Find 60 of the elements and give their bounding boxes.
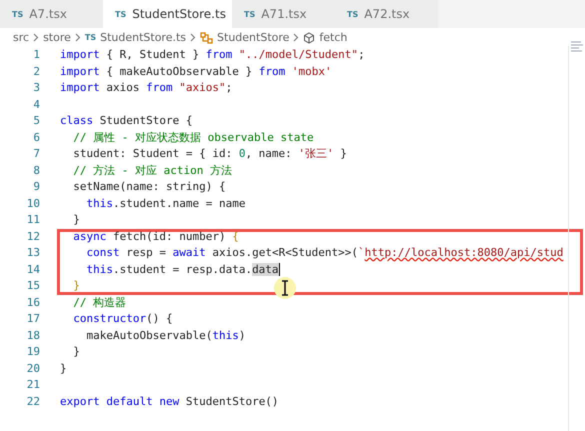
code-line: setName(name: string) { [72, 179, 226, 195]
chevron-icon [33, 33, 40, 42]
chevron-icon [74, 33, 81, 42]
line-number: 8 [32, 162, 40, 178]
code-line: export default new StudentStore() [60, 394, 279, 410]
class-icon [200, 32, 214, 44]
editor-tab[interactable]: TS A72.tsx [335, 0, 438, 28]
code-line: this.student.name = name [85, 196, 246, 212]
line-number: 7 [32, 146, 40, 162]
breadcrumb-item[interactable]: store [43, 31, 71, 44]
line-number: 21 [26, 377, 40, 393]
breadcrumb-item[interactable]: StudentStore [217, 31, 290, 44]
line-number: 10 [26, 196, 40, 212]
line-number: 9 [32, 179, 40, 195]
line-number: 12 [26, 228, 40, 244]
code-line: makeAutoObservable(this) [85, 328, 246, 344]
code-line: student: Student = { id: 0, name: '张三' } [72, 146, 347, 162]
cube-icon [303, 32, 316, 44]
code-line: const resp = await axios.get<R<Student>>(`http://localhost:8080/api/stud [85, 245, 564, 261]
editor-tab[interactable]: TS A71.tsx [232, 0, 335, 28]
code-line: // 方法 - 对应 action 方法 [72, 162, 232, 178]
text-cursor-icon [273, 276, 297, 300]
breadcrumb-item[interactable]: src [13, 31, 30, 44]
code-line: import { makeAutoObservable } from 'mobx' [60, 64, 332, 80]
code-line: } [72, 212, 80, 228]
chevron-icon [293, 33, 300, 42]
editor-tab[interactable]: TS StudentStore.ts [103, 0, 232, 28]
code-line: // 属性 - 对应状态数据 observable state [72, 130, 314, 146]
code-line: class StudentStore { [60, 113, 192, 129]
line-number: 2 [32, 64, 40, 80]
line-number: 13 [26, 245, 40, 261]
breadcrumb-item[interactable]: StudentStore.ts [100, 31, 186, 44]
code-line: } [72, 344, 80, 360]
code-line: } [72, 278, 80, 294]
line-number: 6 [32, 130, 40, 146]
line-number: 18 [26, 328, 40, 344]
code-line: import { R, Student } from "../model/Student"; [60, 47, 365, 63]
code-line: // 构造器 [72, 294, 126, 310]
line-number: 19 [26, 344, 40, 360]
line-number: 15 [26, 278, 40, 294]
line-number: 22 [26, 394, 40, 410]
code-line: this.student = resp.data.data [85, 262, 280, 278]
chevron-icon [190, 33, 196, 42]
line-number: 4 [32, 96, 40, 112]
line-number: 14 [26, 262, 40, 278]
code-line: constructor() { [72, 311, 173, 327]
typescript-file-icon: TS [84, 33, 96, 42]
line-number: 16 [26, 294, 40, 310]
line-number: 20 [26, 360, 40, 376]
line-number: 17 [26, 311, 40, 327]
code-line: } [60, 360, 67, 376]
breadcrumb-item[interactable]: fetch [319, 31, 348, 44]
line-number: 3 [32, 80, 40, 96]
line-number: 5 [32, 113, 40, 129]
line-number: 11 [26, 212, 40, 228]
code-line: async fetch(id: number) { [72, 228, 239, 244]
editor-tab[interactable]: TS A7.tsx [0, 0, 103, 28]
line-number: 1 [32, 47, 40, 63]
code-line: import axios from "axios"; [60, 80, 232, 96]
minimap-drawing [569, 40, 585, 54]
